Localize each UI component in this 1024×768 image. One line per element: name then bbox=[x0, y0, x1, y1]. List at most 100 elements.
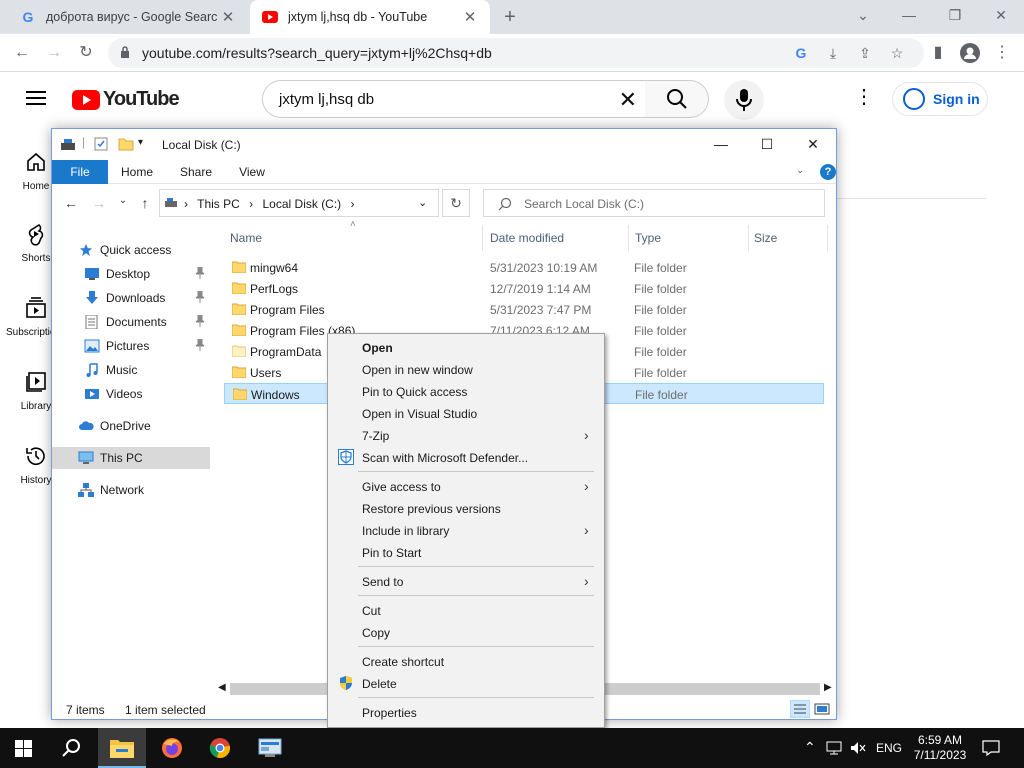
close-button[interactable]: ✕ bbox=[978, 0, 1024, 30]
menu-item-give-access[interactable]: Give access to › bbox=[328, 475, 604, 497]
taskbar-chrome[interactable] bbox=[196, 728, 244, 768]
profile-icon[interactable] bbox=[957, 40, 983, 66]
column-type[interactable]: Type bbox=[635, 231, 661, 245]
breadcrumb-local-disk[interactable]: Local Disk (C:) bbox=[263, 197, 342, 211]
recent-locations-icon[interactable]: ⌄ bbox=[115, 195, 131, 206]
menu-item-properties[interactable]: Properties bbox=[328, 701, 604, 723]
taskbar-app[interactable] bbox=[246, 728, 294, 768]
google-lens-icon[interactable]: G bbox=[790, 42, 812, 64]
menu-item-create-shortcut[interactable]: Create shortcut bbox=[328, 650, 604, 672]
menu-item-cut[interactable]: Cut bbox=[328, 599, 604, 621]
start-button[interactable] bbox=[0, 728, 48, 768]
youtube-logo[interactable]: YouTube bbox=[72, 88, 180, 111]
expand-ribbon-icon[interactable]: ⌄ bbox=[796, 165, 804, 176]
network-status-icon[interactable] bbox=[826, 741, 842, 755]
file-row[interactable]: PerfLogs 12/7/2019 1:14 AM File folder bbox=[224, 278, 824, 299]
new-tab-button[interactable]: + bbox=[498, 4, 522, 30]
large-icons-view-icon[interactable] bbox=[814, 701, 830, 717]
column-date-modified[interactable]: Date modified bbox=[490, 231, 564, 245]
taskbar-file-explorer[interactable] bbox=[98, 728, 146, 768]
up-icon[interactable]: ↑ bbox=[137, 195, 153, 211]
menu-item-include-library[interactable]: Include in library › bbox=[328, 519, 604, 541]
taskbar-search-button[interactable] bbox=[48, 728, 96, 768]
column-size[interactable]: Size bbox=[754, 231, 777, 245]
nav-item-desktop[interactable]: Desktop bbox=[52, 263, 210, 285]
nav-item-onedrive[interactable]: OneDrive bbox=[52, 415, 210, 437]
explorer-search-input[interactable]: Search Local Disk (C:) bbox=[483, 189, 825, 217]
minimize-button[interactable]: — bbox=[886, 0, 932, 30]
voice-search-button[interactable] bbox=[724, 80, 764, 120]
column-divider[interactable] bbox=[482, 225, 483, 251]
language-indicator[interactable]: ENG bbox=[876, 741, 902, 768]
column-divider[interactable] bbox=[748, 225, 749, 251]
nav-item-music[interactable]: Music bbox=[52, 359, 210, 381]
show-hidden-icons[interactable]: ⌃ bbox=[804, 739, 816, 768]
column-divider[interactable] bbox=[628, 225, 629, 251]
maximize-button[interactable]: ☐ bbox=[744, 129, 790, 160]
file-row[interactable]: mingw64 5/31/2023 10:19 AM File folder bbox=[224, 257, 824, 278]
menu-item-restore-versions[interactable]: Restore previous versions bbox=[328, 497, 604, 519]
menu-item-open-visual-studio[interactable]: Open in Visual Studio bbox=[328, 402, 604, 424]
menu-item-pin-quick-access[interactable]: Pin to Quick access bbox=[328, 380, 604, 402]
file-row[interactable]: Program Files 5/31/2023 7:47 PM File fol… bbox=[224, 299, 824, 320]
clear-search-icon[interactable]: ✕ bbox=[619, 87, 637, 113]
share-icon[interactable]: ⇪ bbox=[854, 42, 876, 64]
reload-button[interactable]: ↻ bbox=[73, 40, 99, 66]
close-button[interactable]: ✕ bbox=[790, 129, 836, 160]
install-icon[interactable]: ⤓ bbox=[822, 42, 844, 64]
tab-close-icon[interactable]: ✕ bbox=[460, 8, 480, 26]
youtube-search-input[interactable]: jxtym lj,hsq db ✕ bbox=[262, 80, 646, 118]
hamburger-menu-icon[interactable] bbox=[26, 91, 46, 105]
tab-file[interactable]: File bbox=[52, 160, 108, 184]
youtube-search-button[interactable] bbox=[645, 80, 709, 118]
back-button[interactable]: ← bbox=[9, 40, 35, 66]
nav-item-this-pc[interactable]: This PC bbox=[52, 447, 210, 469]
menu-item-copy[interactable]: Copy bbox=[328, 621, 604, 643]
explorer-address-bar[interactable]: › This PC › Local Disk (C:) › ⌄ bbox=[159, 189, 439, 217]
bookmark-star-icon[interactable]: ☆ bbox=[886, 42, 908, 64]
nav-item-network[interactable]: Network bbox=[52, 479, 210, 501]
nav-item-videos[interactable]: Videos bbox=[52, 383, 210, 405]
quick-access-toolbar-icon[interactable] bbox=[60, 137, 76, 151]
details-view-icon[interactable] bbox=[790, 700, 810, 718]
menu-item-delete[interactable]: Delete bbox=[328, 672, 604, 694]
nav-item-documents[interactable]: Documents bbox=[52, 311, 210, 333]
menu-item-scan-defender[interactable]: Scan with Microsoft Defender... bbox=[328, 446, 604, 468]
menu-item-pin-start[interactable]: Pin to Start bbox=[328, 541, 604, 563]
menu-item-open-new-window[interactable]: Open in new window bbox=[328, 358, 604, 380]
column-name[interactable]: Name bbox=[230, 231, 262, 245]
nav-item-quick-access[interactable]: Quick access bbox=[52, 239, 210, 261]
sign-in-button[interactable]: Sign in bbox=[892, 82, 988, 116]
breadcrumb-this-pc[interactable]: This PC bbox=[197, 197, 240, 211]
taskbar-clock[interactable]: 6:59 AM 7/11/2023 bbox=[902, 733, 978, 763]
tab-home[interactable]: Home bbox=[114, 160, 160, 184]
browser-tab-youtube[interactable]: jxtym lj,hsq db - YouTube ✕ bbox=[250, 0, 490, 34]
side-panel-icon[interactable]: ▮ bbox=[925, 40, 951, 66]
chrome-menu-icon[interactable]: ⋮ bbox=[989, 40, 1015, 66]
browser-tab-google[interactable]: G доброта вирус - Google Search ✕ bbox=[8, 0, 248, 34]
taskbar-firefox[interactable] bbox=[148, 728, 196, 768]
menu-item-open[interactable]: Open bbox=[328, 336, 604, 358]
restore-button[interactable]: ❐ bbox=[932, 0, 978, 30]
forward-icon[interactable]: → bbox=[91, 195, 107, 211]
tab-search-icon[interactable]: ⌄ bbox=[840, 0, 886, 30]
new-folder-icon[interactable] bbox=[118, 137, 134, 151]
menu-item-7zip[interactable]: 7-Zip › bbox=[328, 424, 604, 446]
customize-toolbar-icon[interactable]: ▾ bbox=[138, 137, 143, 148]
tab-share[interactable]: Share bbox=[172, 160, 220, 184]
column-divider[interactable] bbox=[827, 225, 828, 251]
scroll-left-icon[interactable]: ◀ bbox=[218, 682, 226, 693]
address-dropdown-icon[interactable]: ⌄ bbox=[418, 196, 427, 209]
notifications-icon[interactable] bbox=[982, 740, 1000, 756]
minimize-button[interactable]: — bbox=[698, 129, 744, 160]
back-icon[interactable]: ← bbox=[63, 195, 79, 211]
tab-view[interactable]: View bbox=[230, 160, 274, 184]
volume-muted-icon[interactable] bbox=[850, 741, 866, 755]
scroll-right-icon[interactable]: ▶ bbox=[824, 682, 832, 693]
explorer-title-bar[interactable]: | ▾ Local Disk (C:) — ☐ ✕ bbox=[52, 129, 836, 160]
nav-item-pictures[interactable]: Pictures bbox=[52, 335, 210, 357]
properties-icon[interactable] bbox=[94, 137, 108, 151]
menu-item-send-to[interactable]: Send to › bbox=[328, 570, 604, 592]
nav-item-downloads[interactable]: Downloads bbox=[52, 287, 210, 309]
refresh-button[interactable]: ↻ bbox=[442, 189, 470, 217]
